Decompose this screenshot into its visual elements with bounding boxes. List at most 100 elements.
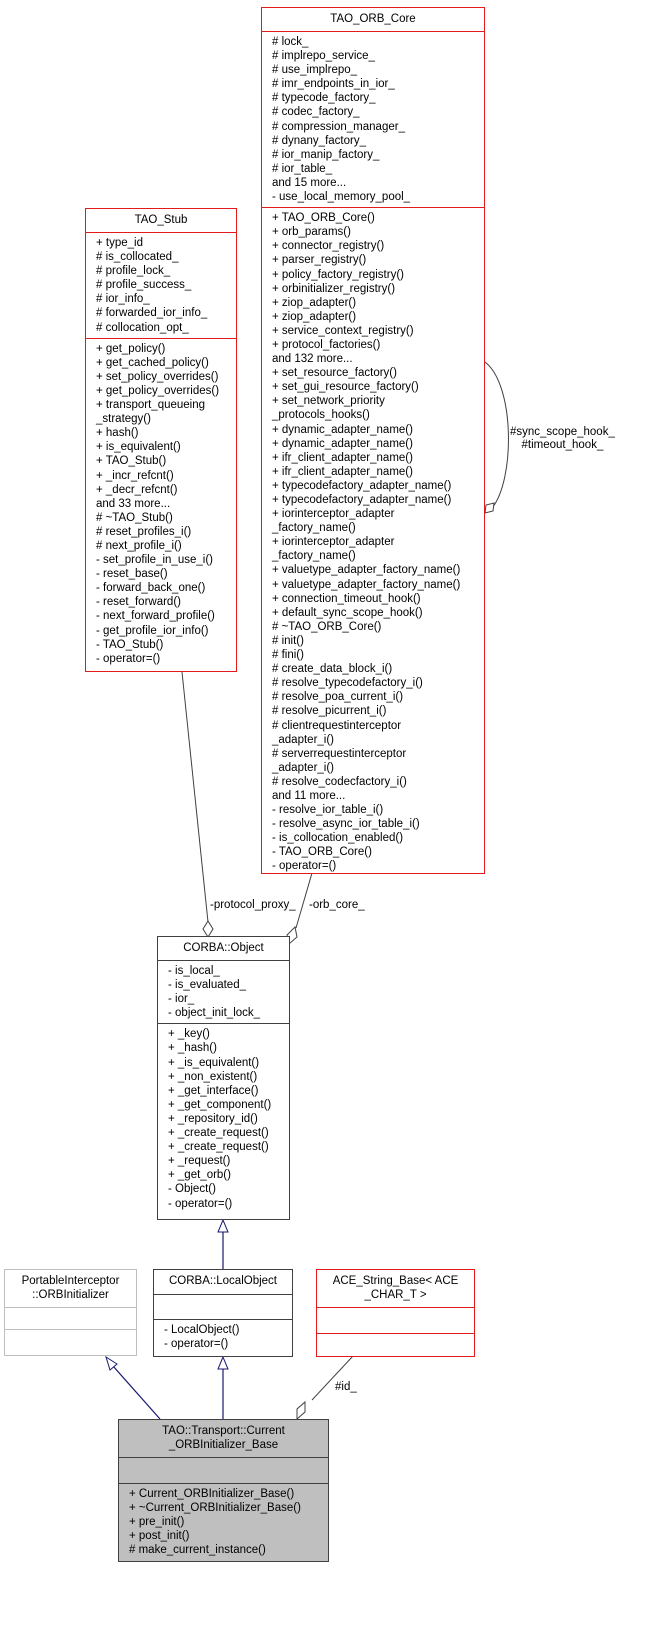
class-name: CORBA::Object [183,942,264,954]
member-row: + connector_registry() [272,240,385,253]
class-name: TAO_ORB_Core [330,13,416,25]
member-row: - operator=() [168,1197,233,1210]
member-row: + TAO_Stub() [96,455,167,468]
member-row: # compression_manager_ [272,120,405,133]
member-row: # typecode_factory_ [272,92,376,105]
aggregation-diamond-self-hooks [484,502,495,514]
member-row: + _repository_id() [168,1112,258,1125]
methods-section: + Current_ORBInitializer_Base() + ~Curren… [119,1483,328,1560]
member-row: - reset_forward() [96,596,181,609]
member-row: _factory_name() [272,522,356,535]
member-row: # lock_ [272,36,309,48]
member-row: # collocation_opt_ [96,321,189,334]
class-current-orbinitializer-base[interactable]: TAO::Transport::Current _ORBInitializer_… [118,1419,329,1562]
class-corba-object[interactable]: CORBA::Object - is_local_ - is_evaluated_… [157,936,290,1220]
member-row: # is_collocated_ [96,251,179,264]
member-row: + _is_equivalent() [168,1056,260,1069]
member-row: + get_policy() [96,342,166,355]
member-row: + pre_init() [129,1516,185,1529]
member-row: + orb_params() [272,226,351,239]
member-row: + parser_registry() [272,254,367,267]
member-row: - resolve_ior_table_i() [272,804,384,817]
member-row: - Object() [168,1183,216,1196]
member-row: # init() [272,634,304,647]
member-row: + _decr_refcnt() [96,483,178,496]
edge-label-self-hooks: #sync_scope_hook_ #timeout_hook_ [510,426,615,451]
inheritance-arrow-localobject [217,1355,229,1370]
member-row: # codec_factory_ [272,106,360,119]
member-row: + valuetype_adapter_factory_name() [272,578,461,591]
member-row: + TAO_ORB_Core() [272,212,375,225]
member-row: # fini() [272,649,304,662]
member-row: + iorinterceptor_adapter [272,536,395,549]
member-row: + connection_timeout_hook() [272,592,421,605]
member-row: + _get_interface() [168,1084,259,1097]
member-row: - is_evaluated_ [168,979,246,992]
member-row: # next_profile_i() [96,539,182,552]
member-row: - operator=() [96,652,161,665]
methods-section [317,1333,474,1355]
class-name: ACE_String_Base< ACE _CHAR_T > [332,1275,459,1301]
aggregation-diamond-protocol-proxy [202,920,214,938]
member-row: + set_policy_overrides() [96,370,219,383]
member-row: # create_data_block_i() [272,663,393,676]
member-row: - operator=() [272,860,337,873]
attributes-section [119,1457,328,1483]
member-row: # resolve_codecfactory_i() [272,775,407,788]
member-row: + _get_component() [168,1098,272,1111]
member-row: # ior_manip_factory_ [272,148,380,161]
member-row: + iorinterceptor_adapter [272,508,395,521]
class-portableinterceptor-orbinitializer[interactable]: PortableInterceptor ::ORBInitializer [4,1269,137,1356]
member-row: + ~Current_ORBInitializer_Base() [129,1502,301,1515]
member-row: + ifr_client_adapter_name() [272,465,413,478]
member-row: + get_policy_overrides() [96,384,220,397]
member-row: + transport_queueing [96,399,206,412]
member-row: - LocalObject() [164,1324,240,1336]
member-row: + typecodefactory_adapter_name() [272,494,452,506]
member-row: - set_profile_in_use_i() [96,554,213,567]
class-name: TAO::Transport::Current _ORBInitializer_… [162,1425,285,1451]
member-row: # implrepo_service_ [272,50,375,63]
edge-inherit-orbinitializer [112,1365,161,1420]
member-row: + policy_factory_registry() [272,268,404,281]
inheritance-arrow-object [217,1218,229,1233]
member-row: # resolve_typecodefactory_i() [272,677,423,690]
member-row: - operator=() [164,1338,229,1351]
edge-protocol-proxy [181,671,209,923]
member-row: and 33 more... [96,497,171,510]
member-row: - TAO_Stub() [96,638,164,651]
attributes-section: + type_id # is_collocated_ # profile_lock_… [86,232,236,338]
class-tao-stub[interactable]: TAO_Stub + type_id # is_collocated_ # prof… [85,208,237,672]
methods-section: - LocalObject() - operator=() [154,1319,292,1354]
member-row: + _hash() [168,1042,217,1055]
member-row: + valuetype_adapter_factory_name() [272,564,461,577]
member-row: # ~TAO_Stub() [96,511,173,524]
member-row: + _create_request() [168,1127,269,1140]
class-name: TAO_Stub [134,214,188,226]
member-row: _strategy() [96,413,151,426]
class-corba-localobject[interactable]: CORBA::LocalObject - LocalObject() - oper… [153,1269,293,1357]
member-row: # dynany_factory_ [272,134,366,147]
member-row: + dynamic_adapter_name() [272,423,413,436]
class-ace-string-base[interactable]: ACE_String_Base< ACE _CHAR_T > [316,1269,475,1357]
class-tao-orb-core[interactable]: TAO_ORB_Core # lock_ # implrepo_service_ #… [261,7,485,874]
edge-label-protocol-proxy: -protocol_proxy_ [210,899,296,911]
member-row: _factory_name() [272,550,356,563]
member-row: _adapter_i() [272,761,335,774]
member-row: - get_profile_ior_info() [96,624,209,637]
member-row: + default_sync_scope_hook() [272,606,423,619]
member-row: + ifr_client_adapter_name() [272,451,413,464]
member-row: + _key() [168,1028,210,1041]
member-row: + ziop_adapter() [272,296,357,309]
member-row: # ~TAO_ORB_Core() [272,620,382,633]
edge-label-id: #id_ [335,1381,357,1393]
edge-self-hooks [484,361,509,509]
member-row: # serverrequestinterceptor [272,747,407,760]
class-name: PortableInterceptor ::ORBInitializer [21,1275,120,1301]
member-row: + get_cached_policy() [96,356,209,369]
member-row: - forward_back_one() [96,582,206,595]
member-row: + post_init() [129,1530,190,1543]
attributes-section: - is_local_ - is_evaluated_ - ior_ - object… [158,960,289,1023]
member-row: - next_forward_profile() [96,610,215,623]
member-row: + dynamic_adapter_name() [272,437,413,450]
